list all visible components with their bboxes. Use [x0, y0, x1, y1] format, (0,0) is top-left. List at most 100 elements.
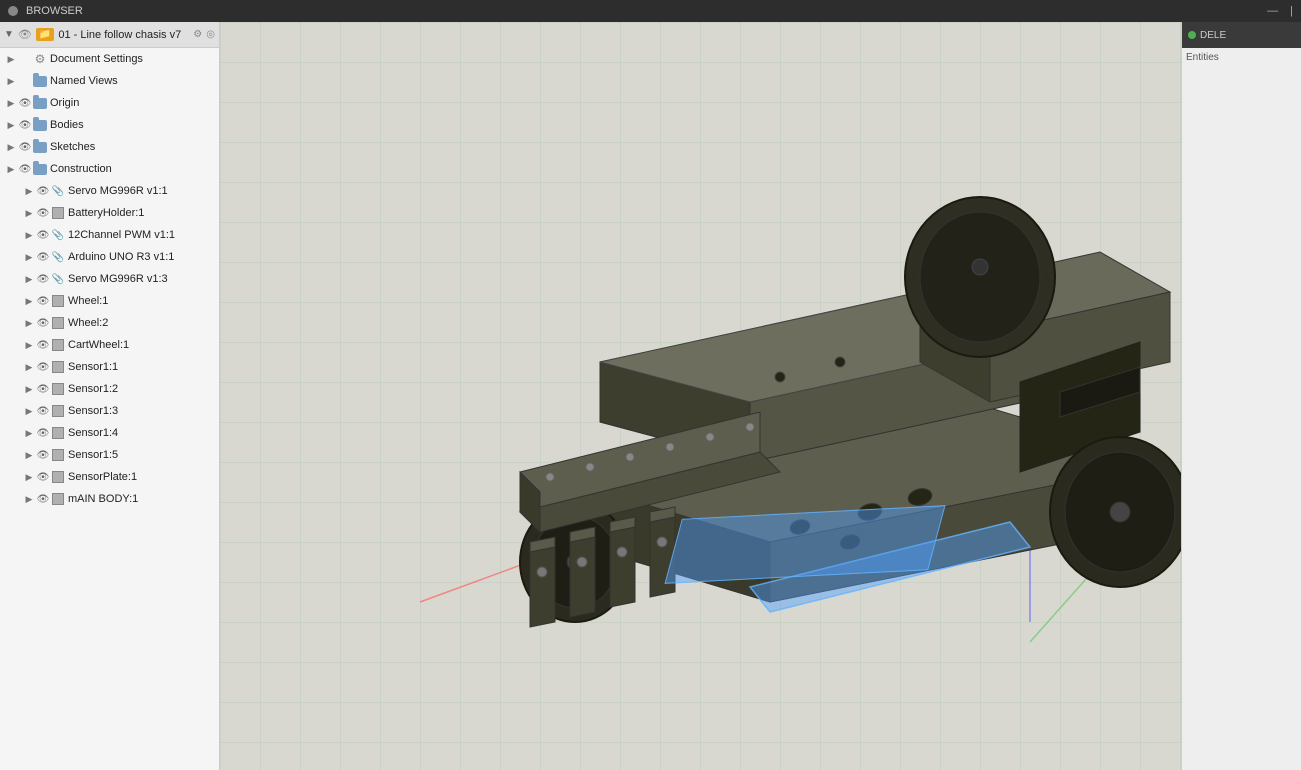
tree-item-wheel2[interactable]: ▶👁Wheel:2 [0, 312, 219, 334]
doc-settings-icon[interactable]: ⚙ [193, 29, 202, 40]
tree-toggle-sensor4[interactable]: ▶ [22, 426, 36, 440]
tree-toggle-bodies[interactable]: ▶ [4, 118, 18, 132]
tree-item-sensor1[interactable]: ▶👁 Sensor1:1 [0, 356, 219, 378]
tree-toggle-battery[interactable]: ▶ [22, 206, 36, 220]
tree-item-construction[interactable]: ▶👁Construction [0, 158, 219, 180]
tree-icon-sketches [32, 139, 48, 155]
eye-icon-sensor3[interactable]: 👁 [36, 404, 50, 418]
tree-item-servo1[interactable]: ▶👁📎Servo MG996R v1:1 [0, 180, 219, 202]
tree-label-arduino: Arduino UNO R3 v1:1 [68, 251, 174, 263]
tree-label-servo1: Servo MG996R v1:1 [68, 185, 168, 197]
viewport-3d[interactable] [220, 22, 1181, 770]
eye-icon-construction[interactable]: 👁 [18, 162, 32, 176]
tree-label-sensor2: Sensor1:2 [68, 383, 118, 395]
eye-icon-servo1[interactable]: 👁 [36, 184, 50, 198]
tree-label-sensor1: Sensor1:1 [68, 361, 118, 373]
tree-item-wheel1[interactable]: ▶👁Wheel:1 [0, 290, 219, 312]
eye-icon-arduino[interactable]: 👁 [36, 250, 50, 264]
tree-item-sensor3[interactable]: ▶👁Sensor1:3 [0, 400, 219, 422]
tree-icon-sensor4 [50, 425, 66, 441]
eye-icon-sensor2[interactable]: 👁 [36, 382, 50, 396]
tree-icon-origin [32, 95, 48, 111]
tree-item-pwm[interactable]: ▶👁📎12Channel PWM v1:1 [0, 224, 219, 246]
tree-item-bodies[interactable]: ▶👁 Bodies [0, 114, 219, 136]
body-icon-wheel1 [52, 295, 64, 307]
eye-icon-sensor5[interactable]: 👁 [36, 448, 50, 462]
tree-icon-servo3: 📎 [50, 271, 66, 287]
eye-icon-pwm[interactable]: 👁 [36, 228, 50, 242]
eye-icon-sensor1[interactable]: 👁 [36, 360, 50, 374]
eye-icon-battery[interactable]: 👁 [36, 206, 50, 220]
eye-icon-origin[interactable]: 👁 [18, 96, 32, 110]
tree-item-sensor2[interactable]: ▶👁 Sensor1:2 [0, 378, 219, 400]
tree-icon-servo1: 📎 [50, 183, 66, 199]
main-area: ▼ 👁 📁 01 - Line follow chasis v7 ⚙ ◎ ▶⚙D… [0, 22, 1301, 770]
eye-icon[interactable]: 👁 [18, 28, 32, 41]
tree-toggle-cartwheel[interactable]: ▶ [22, 338, 36, 352]
tree-toggle-pwm[interactable]: ▶ [22, 228, 36, 242]
document-tab[interactable]: ▼ 👁 📁 01 - Line follow chasis v7 ⚙ ◎ [0, 22, 219, 48]
eye-icon-sensorplate[interactable]: 👁 [36, 470, 50, 484]
eye-icon-mainbody[interactable]: 👁 [36, 492, 50, 506]
body-icon-wheel2 [52, 317, 64, 329]
tree-icon-named-views [32, 73, 48, 89]
tree-toggle-servo1[interactable]: ▶ [22, 184, 36, 198]
tree-item-origin[interactable]: ▶👁Origin [0, 92, 219, 114]
right-panel: DELE Entities [1181, 22, 1301, 770]
tree-toggle-origin[interactable]: ▶ [4, 96, 18, 110]
eye-icon-wheel1[interactable]: 👁 [36, 294, 50, 308]
eye-icon-sketches[interactable]: 👁 [18, 140, 32, 154]
folder-icon-origin [33, 98, 47, 109]
tree-toggle-named-views[interactable]: ▶ [4, 74, 18, 88]
body-icon-cartwheel [52, 339, 64, 351]
tree-item-sketches[interactable]: ▶👁Sketches [0, 136, 219, 158]
tree-label-mainbody: mAIN BODY:1 [68, 493, 138, 505]
tree-toggle-mainbody[interactable]: ▶ [22, 492, 36, 506]
tree-label-cartwheel: CartWheel:1 [68, 339, 129, 351]
tree-item-named-views[interactable]: ▶Named Views [0, 70, 219, 92]
tree-toggle-construction[interactable]: ▶ [4, 162, 18, 176]
folder-icon-bodies [33, 120, 47, 131]
eye-icon-wheel2[interactable]: 👁 [36, 316, 50, 330]
tree-toggle-sensor1[interactable]: ▶ [22, 360, 36, 374]
tree-icon-battery [50, 205, 66, 221]
tree-toggle-wheel2[interactable]: ▶ [22, 316, 36, 330]
title-bar-label: BROWSER [26, 5, 83, 17]
tree-label-bodies: Bodies [50, 119, 84, 131]
tree-toggle-sensor3[interactable]: ▶ [22, 404, 36, 418]
body-icon-sensor2 [52, 383, 64, 395]
eye-icon-servo3[interactable]: 👁 [36, 272, 50, 286]
tree-icon-arduino: 📎 [50, 249, 66, 265]
tree-toggle-servo3[interactable]: ▶ [22, 272, 36, 286]
tree-label-servo3: Servo MG996R v1:3 [68, 273, 168, 285]
tree-item-cartwheel[interactable]: ▶👁 CartWheel:1 [0, 334, 219, 356]
tree-icon-sensor5 [50, 447, 66, 463]
body-icon-sensor1 [52, 361, 64, 373]
doc-lock-icon[interactable]: ◎ [206, 29, 215, 40]
eye-icon-sensor4[interactable]: 👁 [36, 426, 50, 440]
tree-item-doc-settings[interactable]: ▶⚙Document Settings [0, 48, 219, 70]
document-tab-label: 01 - Line follow chasis v7 [58, 29, 189, 41]
tree-item-sensorplate[interactable]: ▶👁SensorPlate:1 [0, 466, 219, 488]
tree-toggle-sketches[interactable]: ▶ [4, 140, 18, 154]
right-panel-entities-label: Entities [1186, 52, 1297, 63]
tree-item-arduino[interactable]: ▶👁📎Arduino UNO R3 v1:1 [0, 246, 219, 268]
tree-item-sensor4[interactable]: ▶👁Sensor1:4 [0, 422, 219, 444]
tree-item-battery[interactable]: ▶👁BatteryHolder:1 [0, 202, 219, 224]
tree-item-servo3[interactable]: ▶👁📎Servo MG996R v1:3 [0, 268, 219, 290]
tree-toggle-sensorplate[interactable]: ▶ [22, 470, 36, 484]
body-icon-sensor3 [52, 405, 64, 417]
tree-item-sensor5[interactable]: ▶👁Sensor1:5 [0, 444, 219, 466]
tree-toggle-wheel1[interactable]: ▶ [22, 294, 36, 308]
tree-toggle-doc-settings[interactable]: ▶ [4, 52, 18, 66]
doc-folder-icon: 📁 [36, 28, 54, 41]
expand-all-icon[interactable]: ▼ [4, 29, 14, 40]
tree-item-mainbody[interactable]: ▶👁 mAIN BODY:1 [0, 488, 219, 510]
title-bar-close[interactable]: — [1267, 5, 1278, 17]
tree-toggle-sensor2[interactable]: ▶ [22, 382, 36, 396]
eye-icon-cartwheel[interactable]: 👁 [36, 338, 50, 352]
tree-toggle-arduino[interactable]: ▶ [22, 250, 36, 264]
eye-icon-bodies[interactable]: 👁 [18, 118, 32, 132]
tree-toggle-sensor5[interactable]: ▶ [22, 448, 36, 462]
sidebar-body: ▶⚙Document Settings▶Named Views▶👁Origin▶… [0, 48, 219, 770]
